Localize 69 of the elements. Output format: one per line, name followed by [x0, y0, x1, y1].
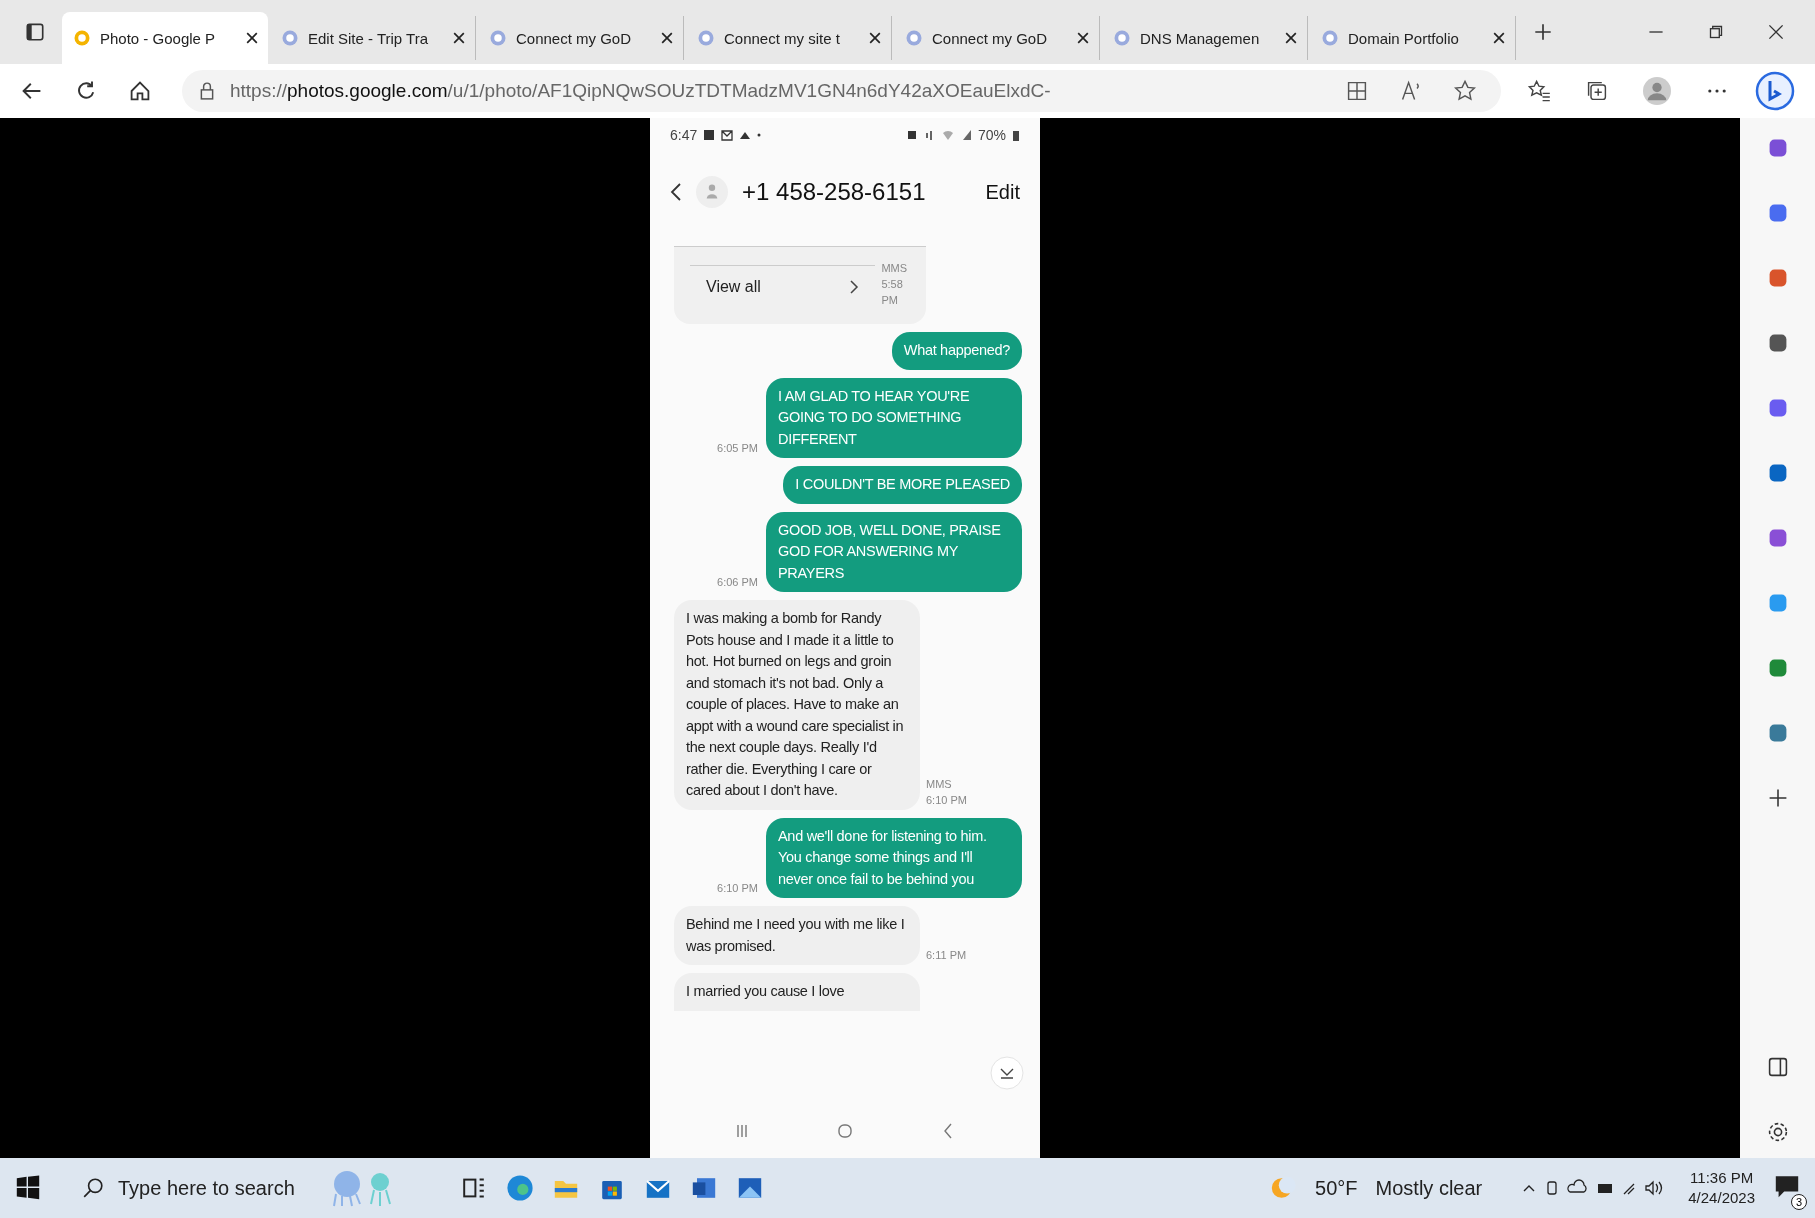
site-icon: [72, 28, 92, 48]
site-icon: [696, 28, 716, 48]
message-meta: MMS: [926, 776, 953, 792]
search-icon: [82, 1177, 104, 1199]
site-icon: [1112, 28, 1132, 48]
sent-message: GOOD JOB, WELL DONE, PRAISE GOD FOR ANSWERING MY PRAYERS: [766, 511, 1022, 592]
browser-tab[interactable]: Domain Portfolio: [1310, 16, 1516, 60]
close-icon[interactable]: [1285, 32, 1297, 44]
browser-tab[interactable]: Connect my site t: [686, 16, 892, 60]
sent-message: I COULDN'T BE MORE PLEASED: [783, 466, 1022, 504]
received-message: I married you cause I love: [674, 973, 920, 1011]
weather-condition: Mostly clear: [1375, 1176, 1483, 1200]
back-icon[interactable]: [670, 182, 682, 202]
sent-message: I AM GLAD TO HEAR YOU'RE GOING TO DO SOMETHING DIFFERENT: [766, 377, 1022, 458]
received-message: Behind me I need you with me like I was promised.: [674, 906, 920, 965]
sent-message: What happened?: [891, 332, 1022, 370]
close-icon[interactable]: [869, 32, 881, 44]
lock-icon: [198, 82, 216, 100]
browser-tab[interactable]: DNS Managemen: [1102, 16, 1308, 60]
sent-message: And we'll done for listening to him. You change some things and I'll never once fail to be behind you: [766, 817, 1022, 898]
close-icon[interactable]: [1077, 32, 1089, 44]
close-icon[interactable]: [453, 32, 465, 44]
site-icon: [280, 28, 300, 48]
clock-time: 11:36 PM: [1690, 1168, 1754, 1188]
received-message: I was making a bomb for Randy Pots house and I made it a little to hot. Hot burned on legs and groin and stomach it's not bad. Only a couple of places. Have to make an appt with a wound care specialist in the next couple days. Really I'd rather die. Everything I care or cared about I don't have.: [674, 600, 920, 810]
temperature: 50°F: [1315, 1176, 1358, 1200]
contact-avatar-icon: [696, 176, 728, 208]
browser-tab[interactable]: Photo - Google P: [62, 12, 268, 64]
battery-level: 70%: [977, 127, 1006, 143]
message-meta: 6:10 PM: [926, 792, 967, 808]
taskbar-search-field[interactable]: Type here to search: [116, 1175, 310, 1201]
mail-icon: [721, 129, 734, 141]
wifi-icon: [941, 129, 954, 141]
close-icon[interactable]: [1493, 32, 1505, 44]
star-icon[interactable]: [1453, 79, 1477, 103]
address-bar[interactable]: https://photos.google.com/u/1/photo/AF1QipNQwSOUzTDTMadzMV1GN4n6dY42aXOEauElxdC-: [182, 70, 1501, 112]
profile-icon[interactable]: [1643, 77, 1671, 105]
close-icon[interactable]: [246, 32, 258, 44]
message-meta: 6:11 PM: [926, 948, 967, 963]
notification-count: 3: [1791, 1194, 1807, 1210]
scroll-down-icon[interactable]: [990, 1056, 1024, 1090]
tab-actions-icon[interactable]: [24, 21, 46, 43]
status-time: 6:47: [670, 127, 698, 143]
close-icon[interactable]: [661, 32, 673, 44]
grid-icon[interactable]: [1345, 79, 1369, 103]
dot-icon: [757, 133, 762, 137]
new-tab-icon[interactable]: [1532, 21, 1554, 43]
site-icon: [488, 28, 508, 48]
browser-tab[interactable]: Connect my GoD: [478, 16, 684, 60]
battery-icon: [1012, 129, 1020, 141]
collections-icon[interactable]: [1585, 79, 1609, 103]
home-icon[interactable]: [128, 79, 152, 103]
message-meta: 5:58 PM: [881, 276, 904, 308]
favorites-icon[interactable]: [1527, 79, 1551, 103]
message-meta: MMS: [881, 260, 909, 276]
browser-app-icon[interactable]: [506, 1174, 534, 1202]
chevron-right-icon: [849, 279, 860, 295]
site-icon: [1320, 28, 1340, 48]
message-time: 6:05 PM: [717, 441, 758, 456]
contact-number: +1 458-258-6151: [742, 178, 926, 206]
start-icon[interactable]: [14, 1174, 42, 1202]
edit-button[interactable]: Edit: [985, 180, 1020, 204]
browser-tab[interactable]: Connect my GoD: [894, 16, 1100, 60]
clock-date: 4/24/2023: [1688, 1188, 1755, 1208]
message-time: 6:06 PM: [717, 575, 758, 590]
chat-logo-icon[interactable]: [1755, 71, 1795, 111]
message-time: 6:10 PM: [717, 881, 758, 896]
browser-tab[interactable]: Edit Site - Trip Tra: [270, 16, 476, 60]
site-icon: [904, 28, 924, 48]
